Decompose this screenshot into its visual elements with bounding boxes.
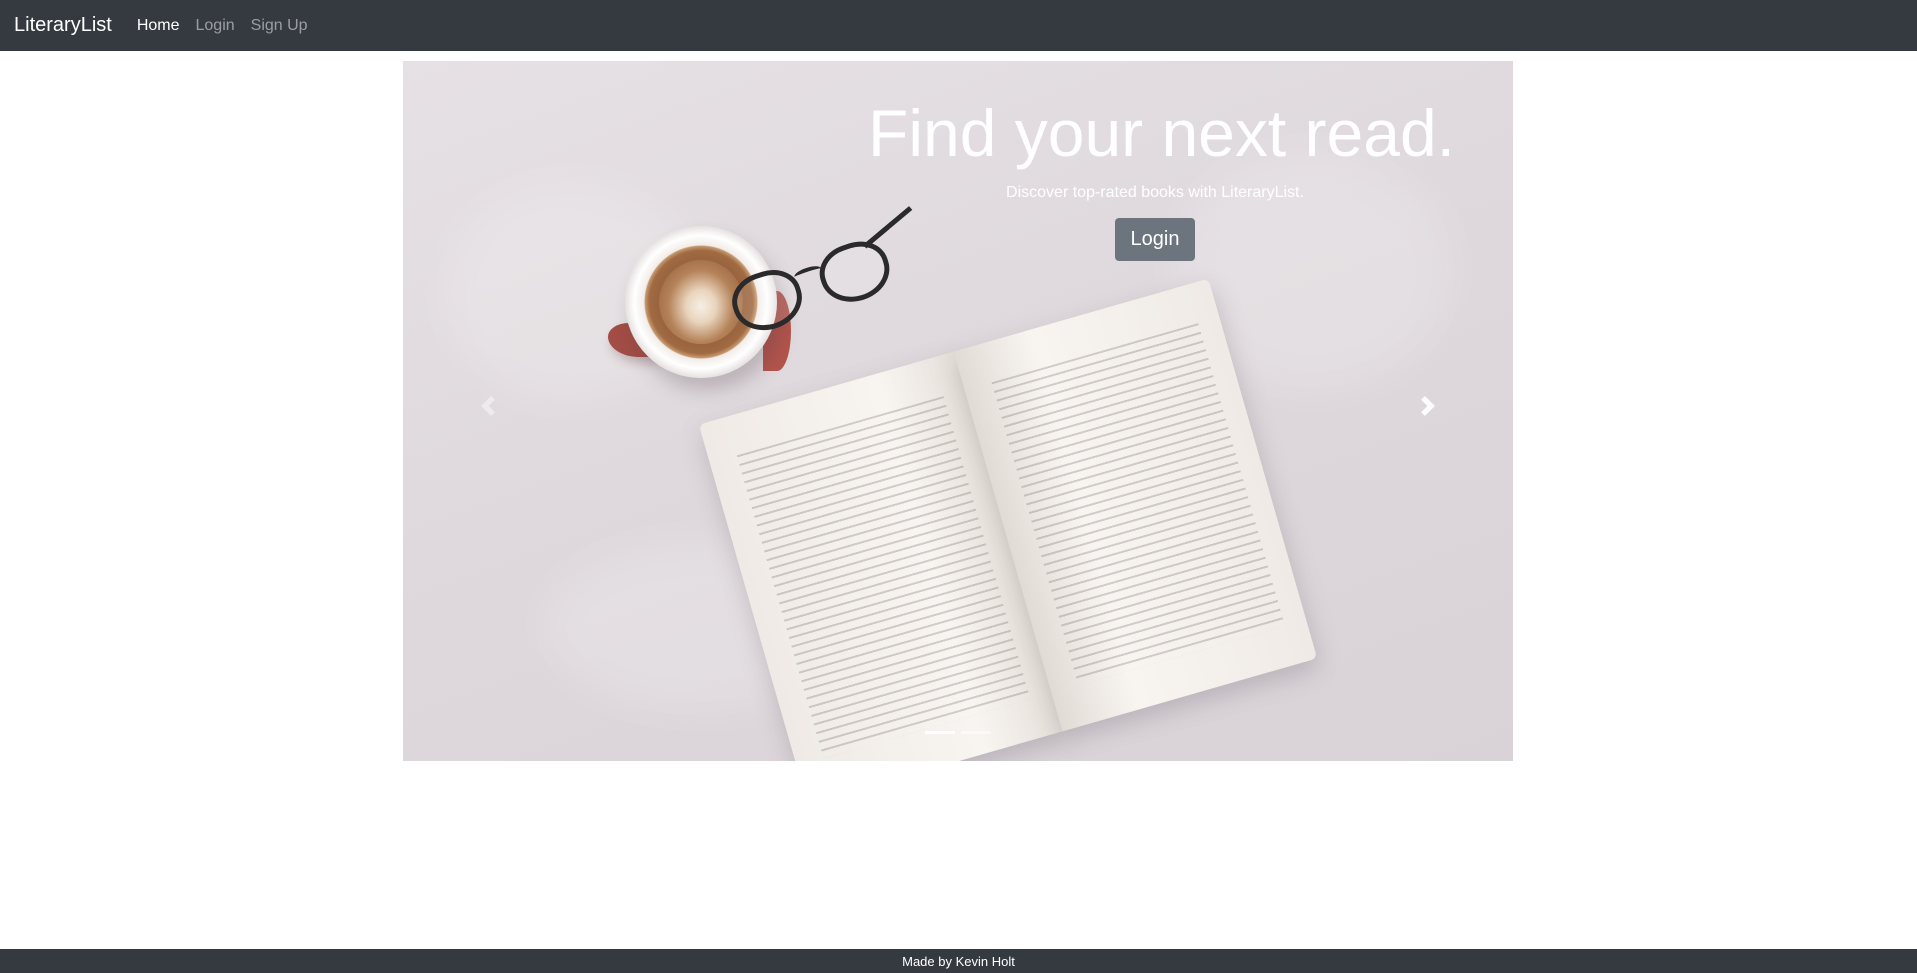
hero-caption: Find your next read. Discover top-rated … (855, 96, 1455, 262)
hero-carousel: Find your next read. Discover top-rated … (403, 61, 1513, 761)
chevron-right-icon (1421, 396, 1435, 416)
brand-logo[interactable]: LiteraryList (14, 14, 112, 37)
hero-title: Find your next read. (868, 96, 1455, 170)
glasses-bridge (792, 263, 823, 282)
carousel-indicator-1[interactable] (925, 731, 955, 734)
nav-signup-link[interactable]: Sign Up (251, 17, 308, 35)
hero-login-button[interactable]: Login (1114, 218, 1196, 262)
top-navbar: LiteraryList Home Login Sign Up (0, 0, 1917, 51)
open-book-image (698, 278, 1318, 761)
carousel-indicator-2[interactable] (961, 731, 991, 734)
carousel-indicators (403, 731, 1513, 734)
nav-login-link[interactable]: Login (196, 17, 235, 35)
chevron-left-icon (481, 396, 495, 416)
carousel-next-button[interactable] (1418, 396, 1438, 416)
nav-home-link[interactable]: Home (137, 17, 180, 35)
page-footer: Made by Kevin Holt (0, 949, 1917, 973)
hero-subtitle: Discover top-rated books with LiteraryLi… (1006, 184, 1304, 202)
footer-credit-text: Made by Kevin Holt (902, 953, 1015, 969)
carousel-prev-button[interactable] (478, 396, 498, 416)
